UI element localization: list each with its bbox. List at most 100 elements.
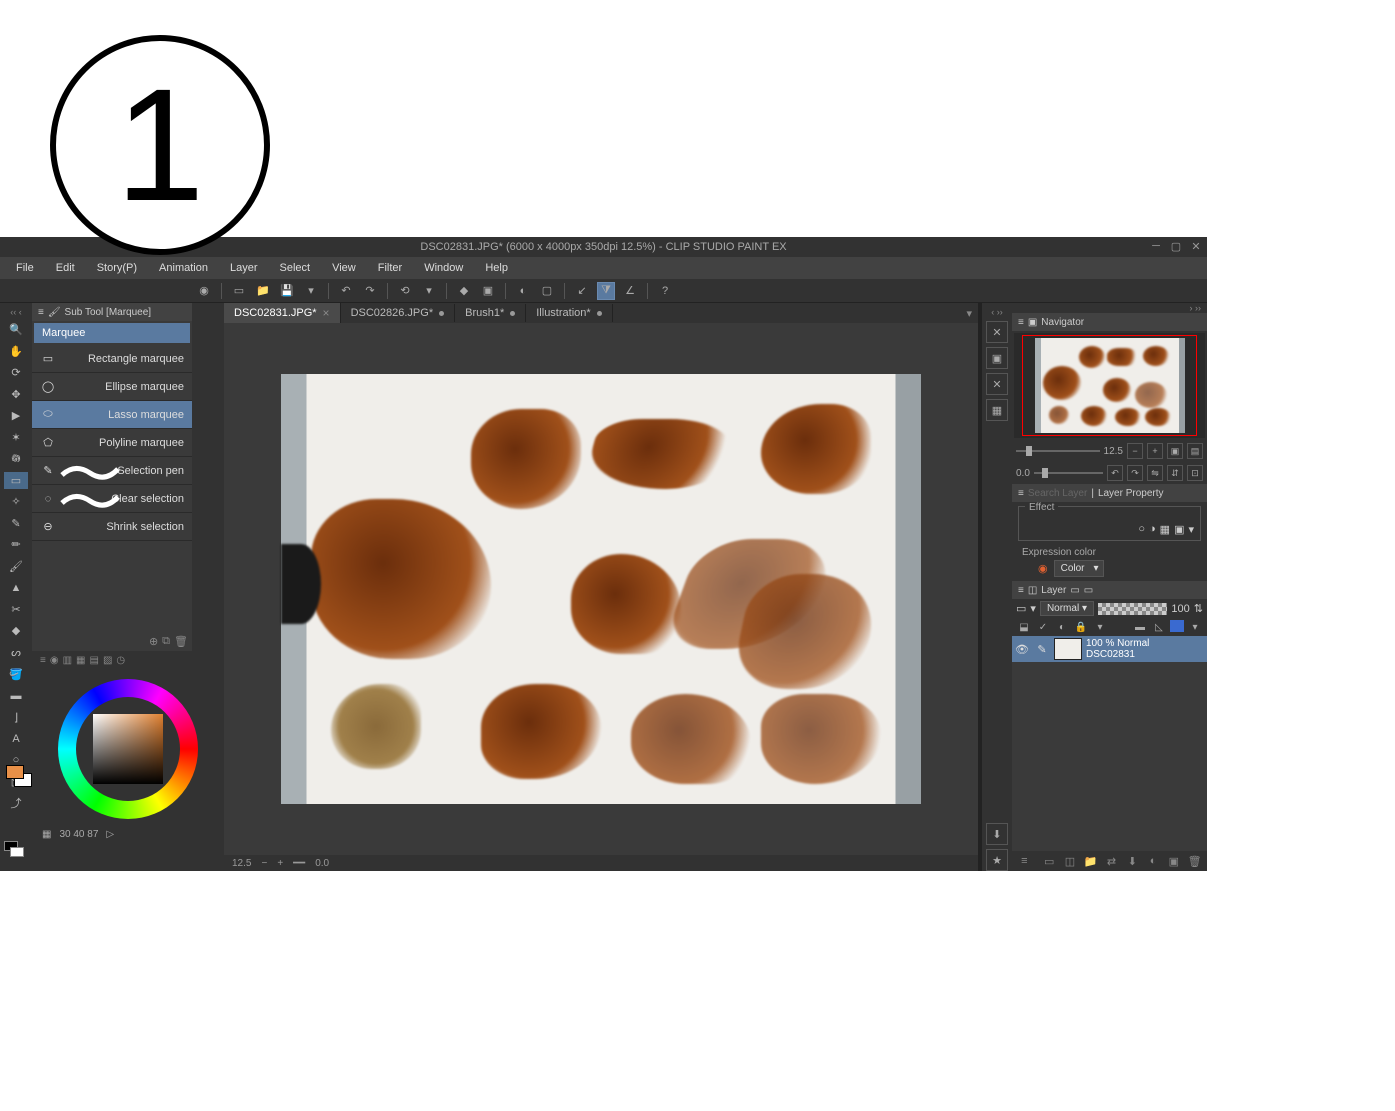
new-folder-button[interactable]: 📁 [1082, 853, 1099, 869]
rotate-tool[interactable]: ⟳ [4, 364, 28, 382]
merge-button[interactable]: ⬇ [1124, 853, 1141, 869]
intermediate-icon[interactable]: ▤ [89, 655, 98, 671]
quick-access-button[interactable]: ✕ [986, 321, 1008, 343]
pattern-effect-button[interactable]: ▦ [1160, 523, 1170, 536]
snap-ruler-button[interactable]: ↙ [573, 282, 591, 300]
move-tool[interactable]: ✥ [4, 386, 28, 404]
hand-tool[interactable]: ✋ [4, 343, 28, 361]
eraser-tool[interactable]: ◆ [4, 622, 28, 640]
tab-overflow-icon[interactable]: ▾ [960, 307, 978, 320]
border-effect-button[interactable]: ○ [1138, 523, 1145, 536]
color-circle-icon[interactable]: ◉ [50, 655, 59, 671]
pencil-tool[interactable]: ✏ [4, 536, 28, 554]
sv-square[interactable] [93, 714, 163, 784]
flip-v-button[interactable]: ⇵ [1167, 465, 1183, 481]
search-layer-tab[interactable]: Search Layer [1028, 488, 1087, 499]
clip-studio-icon[interactable]: ◉ [195, 282, 213, 300]
menu-help[interactable]: Help [475, 260, 518, 276]
nav-zoom-in-button[interactable]: + [1147, 443, 1163, 459]
flip-h-button[interactable]: ⇋ [1147, 465, 1163, 481]
fill-button[interactable]: ◆ [455, 282, 473, 300]
close-button[interactable]: ✕ [1189, 239, 1203, 253]
zoom-slider[interactable] [1016, 450, 1100, 452]
zoom-slider[interactable]: ━━ [293, 858, 305, 869]
snap-special-button[interactable]: ⧩ [597, 282, 615, 300]
marker-tool[interactable]: ✶ [4, 429, 28, 447]
mask-button[interactable]: ▬ [1132, 620, 1148, 634]
subtool-rectangle[interactable]: ▭ Rectangle marquee [32, 345, 192, 373]
clear-button[interactable]: ⟲ [396, 282, 414, 300]
ruler-layer-button[interactable]: ◺ [1151, 620, 1167, 634]
duplicate-subtool-button[interactable]: ⧉ [162, 635, 170, 649]
lock-button[interactable]: 🔒 [1073, 620, 1089, 634]
subtool-selection-pen[interactable]: ✎ Selection pen [32, 457, 192, 485]
visibility-toggle[interactable]: 👁 [1014, 643, 1030, 656]
blend-mode-select[interactable]: Normal ▾ [1040, 601, 1094, 616]
border-button[interactable]: ▢ [538, 282, 556, 300]
lock-menu-button[interactable]: ▾ [1092, 620, 1108, 634]
help-icon[interactable]: ? [656, 282, 674, 300]
layer-color-button[interactable]: ▣ [1174, 523, 1184, 536]
snap-grid-button[interactable]: ∠ [621, 282, 639, 300]
rotate-left-button[interactable]: ↶ [1107, 465, 1123, 481]
zoom-out-button[interactable]: − [261, 858, 267, 869]
panel-menu-icon[interactable]: ≡ [1018, 317, 1024, 328]
reference-button[interactable]: ✓ [1035, 620, 1051, 634]
delete-subtool-button[interactable]: 🗑 [174, 635, 188, 649]
menu-view[interactable]: View [322, 260, 366, 276]
mask-layer-button[interactable]: ◐ [1145, 853, 1162, 869]
new-vector-layer-button[interactable]: ◫ [1062, 853, 1079, 869]
nav-actual-button[interactable]: ▤ [1187, 443, 1203, 459]
save-menu-button[interactable]: ▾ [302, 282, 320, 300]
blend-tool[interactable]: ᔕ [4, 644, 28, 662]
color-set-icon[interactable]: ▦ [76, 655, 85, 671]
favorite-button[interactable]: ★ [986, 849, 1008, 871]
open-file-button[interactable]: 📁 [254, 282, 272, 300]
menu-select[interactable]: Select [270, 260, 321, 276]
menu-story[interactable]: Story(P) [87, 260, 147, 276]
invert-button[interactable]: ◐ [514, 282, 532, 300]
navigator-view[interactable] [1014, 333, 1205, 438]
color-wheel[interactable] [58, 679, 198, 819]
redo-button[interactable]: ↷ [361, 282, 379, 300]
opacity-slider[interactable] [1098, 603, 1167, 615]
fill-tool[interactable]: 🪣 [4, 665, 28, 683]
zoom-tool[interactable]: 🔍 [4, 321, 28, 339]
subtool-clear-selection[interactable]: ◌ Clear selection [32, 485, 192, 513]
eyedropper-tool[interactable]: 𖡎 [4, 450, 28, 468]
subtool-polyline[interactable]: ⬠ Polyline marquee [32, 429, 192, 457]
gradient-tool[interactable]: ▬ [4, 687, 28, 705]
subtool-ellipse[interactable]: ◯ Ellipse marquee [32, 373, 192, 401]
figure-tool[interactable]: ⌋ [4, 708, 28, 726]
zoom-in-button[interactable]: + [277, 858, 283, 869]
doc-tab-1[interactable]: DSC02831.JPG* × [224, 303, 341, 323]
material-button[interactable]: ▣ [986, 347, 1008, 369]
material-x-button[interactable]: ✕ [986, 373, 1008, 395]
hsv-icon[interactable]: ▦ [42, 829, 51, 840]
collapse-far-right-icon[interactable]: › ›› [1184, 303, 1208, 313]
panel-menu-icon[interactable]: ≡ [1018, 585, 1024, 596]
approx-icon[interactable]: ▨ [103, 655, 112, 671]
nav-fit-button[interactable]: ▣ [1167, 443, 1183, 459]
layer-property-tab[interactable]: Layer Property [1098, 488, 1164, 499]
doc-tab-4[interactable]: Illustration* [526, 304, 612, 322]
download-button[interactable]: ⬇ [986, 823, 1008, 845]
rotate-slider[interactable] [1034, 472, 1103, 474]
operation-tool[interactable]: ▶ [4, 407, 28, 425]
menu-animation[interactable]: Animation [149, 260, 218, 276]
subtool-tab-marquee[interactable]: Marquee [34, 323, 190, 343]
pen-tool[interactable]: ✎ [4, 515, 28, 533]
new-raster-layer-button[interactable]: ▭ [1041, 853, 1058, 869]
fg-bg-swatch[interactable] [6, 765, 34, 790]
canvas-viewport[interactable] [224, 323, 978, 855]
menu-edit[interactable]: Edit [46, 260, 85, 276]
airbrush-tool[interactable]: ▲ [4, 579, 28, 597]
effect-menu-button[interactable]: ▾ [1188, 523, 1194, 536]
reset-rotate-button[interactable]: ⊡ [1187, 465, 1203, 481]
doc-tab-2[interactable]: DSC02826.JPG* [341, 304, 456, 322]
decoration-tool[interactable]: ✂ [4, 601, 28, 619]
menu-window[interactable]: Window [414, 260, 473, 276]
text-tool[interactable]: A [4, 730, 28, 748]
marquee-tool[interactable]: ▭ [4, 472, 28, 490]
layer-color-chip[interactable] [1170, 620, 1184, 632]
